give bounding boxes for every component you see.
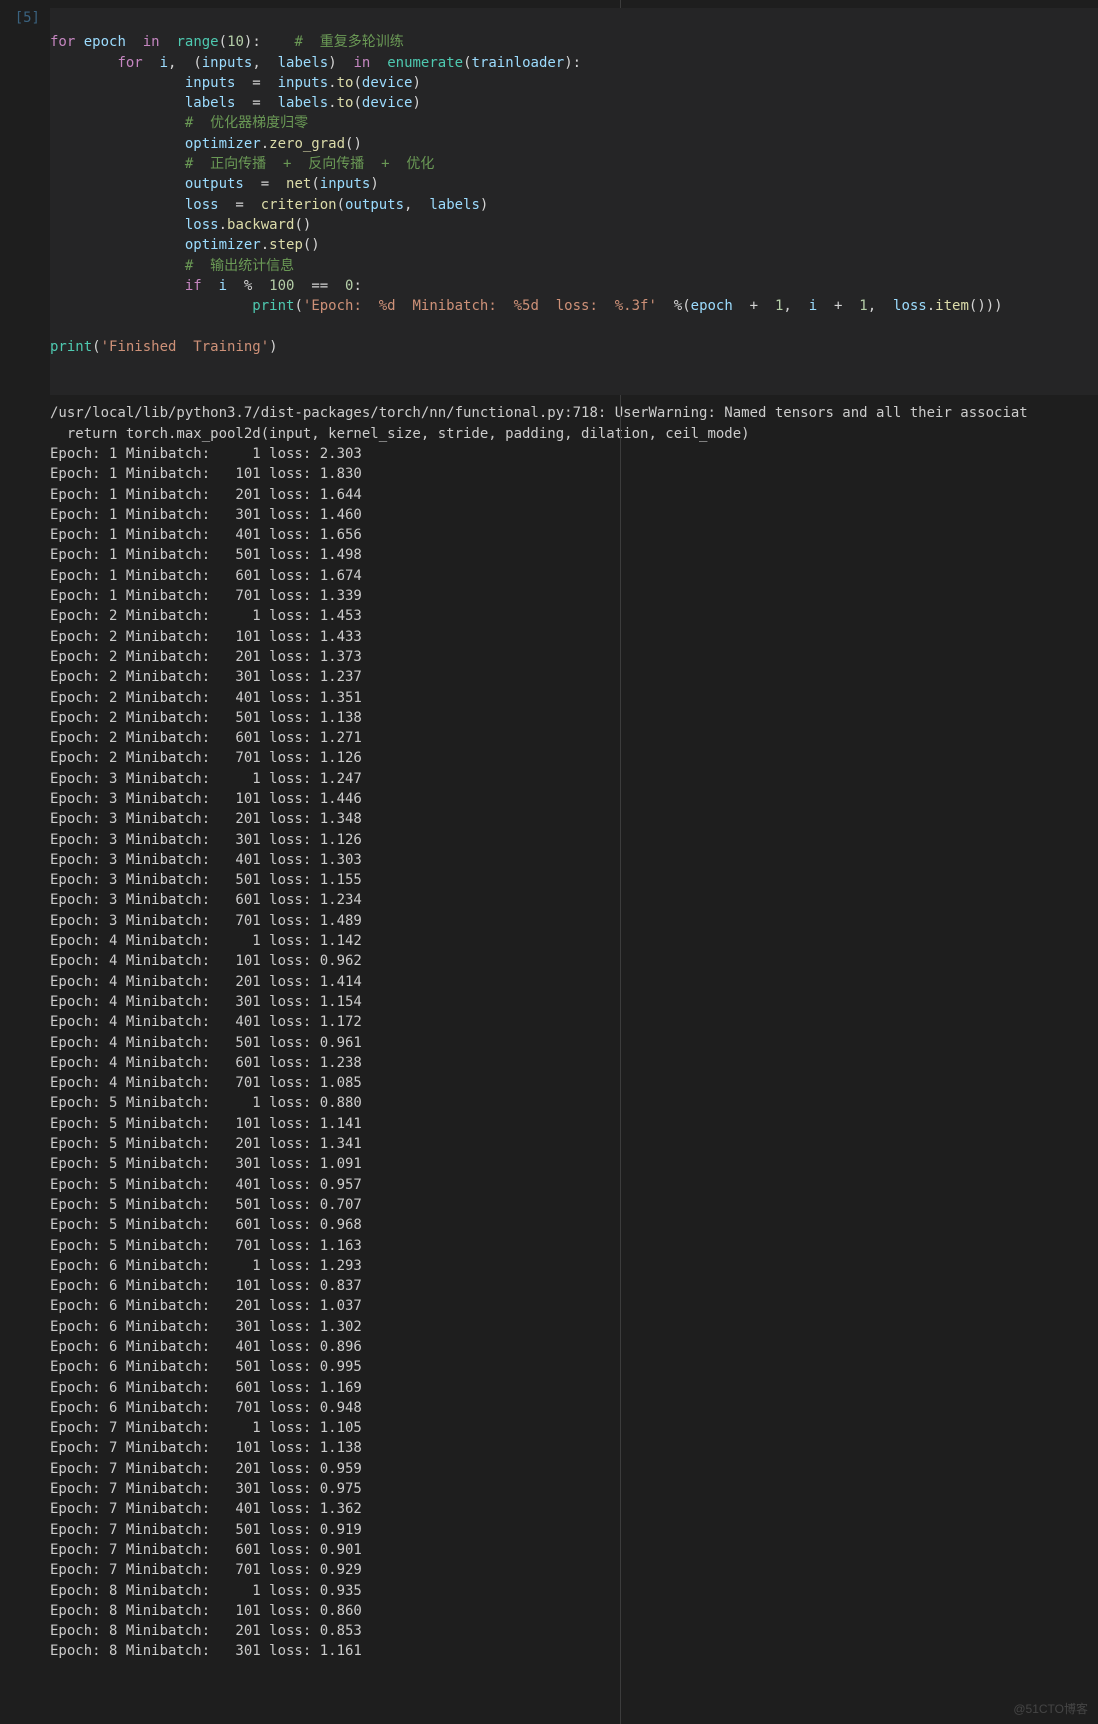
output-line: Epoch: 2 Minibatch: 101 loss: 1.433 xyxy=(50,627,1098,647)
output-line: Epoch: 7 Minibatch: 601 loss: 0.901 xyxy=(50,1540,1098,1560)
output-line: Epoch: 5 Minibatch: 201 loss: 1.341 xyxy=(50,1134,1098,1154)
output-line: Epoch: 1 Minibatch: 401 loss: 1.656 xyxy=(50,525,1098,545)
output-line: Epoch: 2 Minibatch: 301 loss: 1.237 xyxy=(50,667,1098,687)
output-line: Epoch: 7 Minibatch: 701 loss: 0.929 xyxy=(50,1560,1098,1580)
output-line: Epoch: 2 Minibatch: 1 loss: 1.453 xyxy=(50,606,1098,626)
code-line: loss.backward() xyxy=(50,217,311,233)
output-warning: return torch.max_pool2d(input, kernel_si… xyxy=(50,424,1098,444)
code-input-area[interactable]: for epoch in range(10): # 重复多轮训练 for i, … xyxy=(50,8,1098,395)
output-line: Epoch: 7 Minibatch: 501 loss: 0.919 xyxy=(50,1520,1098,1540)
output-line: Epoch: 5 Minibatch: 301 loss: 1.091 xyxy=(50,1154,1098,1174)
output-line: Epoch: 6 Minibatch: 601 loss: 1.169 xyxy=(50,1378,1098,1398)
code-line: # 正向传播 + 反向传播 + 优化 xyxy=(50,156,434,172)
output-line: Epoch: 7 Minibatch: 1 loss: 1.105 xyxy=(50,1418,1098,1438)
output-line: Epoch: 6 Minibatch: 401 loss: 0.896 xyxy=(50,1337,1098,1357)
code-line: print('Epoch: %d Minibatch: %5d loss: %.… xyxy=(50,298,1003,314)
output-line: Epoch: 1 Minibatch: 701 loss: 1.339 xyxy=(50,586,1098,606)
output-area: /usr/local/lib/python3.7/dist-packages/t… xyxy=(0,395,1098,1669)
output-line: Epoch: 4 Minibatch: 401 loss: 1.172 xyxy=(50,1012,1098,1032)
output-line: Epoch: 7 Minibatch: 101 loss: 1.138 xyxy=(50,1438,1098,1458)
code-line: for epoch in range(10): # 重复多轮训练 xyxy=(50,34,404,50)
output-line: Epoch: 4 Minibatch: 301 loss: 1.154 xyxy=(50,992,1098,1012)
code-line: if i % 100 == 0: xyxy=(50,278,362,294)
cell-prompt: [5] xyxy=(0,8,50,28)
output-line: Epoch: 3 Minibatch: 701 loss: 1.489 xyxy=(50,911,1098,931)
code-line: for i, (inputs, labels) in enumerate(tra… xyxy=(50,55,581,71)
output-line: Epoch: 5 Minibatch: 1 loss: 0.880 xyxy=(50,1093,1098,1113)
output-line: Epoch: 5 Minibatch: 101 loss: 1.141 xyxy=(50,1114,1098,1134)
output-line: Epoch: 5 Minibatch: 501 loss: 0.707 xyxy=(50,1195,1098,1215)
output-line: Epoch: 6 Minibatch: 201 loss: 1.037 xyxy=(50,1296,1098,1316)
output-line: Epoch: 2 Minibatch: 201 loss: 1.373 xyxy=(50,647,1098,667)
output-line: Epoch: 6 Minibatch: 701 loss: 0.948 xyxy=(50,1398,1098,1418)
output-line: Epoch: 2 Minibatch: 601 loss: 1.271 xyxy=(50,728,1098,748)
output-line: Epoch: 3 Minibatch: 301 loss: 1.126 xyxy=(50,830,1098,850)
output-line: Epoch: 4 Minibatch: 1 loss: 1.142 xyxy=(50,931,1098,951)
output-line: Epoch: 2 Minibatch: 501 loss: 1.138 xyxy=(50,708,1098,728)
output-line: Epoch: 3 Minibatch: 501 loss: 1.155 xyxy=(50,870,1098,890)
output-line: Epoch: 6 Minibatch: 501 loss: 0.995 xyxy=(50,1357,1098,1377)
code-line: print('Finished Training') xyxy=(50,339,278,355)
code-line: labels = labels.to(device) xyxy=(50,95,421,111)
output-line: Epoch: 4 Minibatch: 101 loss: 0.962 xyxy=(50,951,1098,971)
code-line: outputs = net(inputs) xyxy=(50,176,379,192)
output-line: Epoch: 1 Minibatch: 501 loss: 1.498 xyxy=(50,545,1098,565)
output-line: Epoch: 3 Minibatch: 101 loss: 1.446 xyxy=(50,789,1098,809)
code-line: loss = criterion(outputs, labels) xyxy=(50,197,488,213)
code-cell[interactable]: [5] for epoch in range(10): # 重复多轮训练 for… xyxy=(0,0,1098,395)
output-line: Epoch: 4 Minibatch: 601 loss: 1.238 xyxy=(50,1053,1098,1073)
code-line: optimizer.step() xyxy=(50,237,320,253)
output-line: Epoch: 1 Minibatch: 601 loss: 1.674 xyxy=(50,566,1098,586)
watermark: @51CTO博客 xyxy=(1013,1701,1088,1718)
output-line: Epoch: 1 Minibatch: 1 loss: 2.303 xyxy=(50,444,1098,464)
output-line: Epoch: 2 Minibatch: 701 loss: 1.126 xyxy=(50,748,1098,768)
code-line: optimizer.zero_grad() xyxy=(50,136,362,152)
output-line: Epoch: 4 Minibatch: 701 loss: 1.085 xyxy=(50,1073,1098,1093)
code-line: # 优化器梯度归零 xyxy=(50,115,308,131)
output-line: Epoch: 3 Minibatch: 201 loss: 1.348 xyxy=(50,809,1098,829)
code-line: inputs = inputs.to(device) xyxy=(50,75,421,91)
output-line: Epoch: 8 Minibatch: 101 loss: 0.860 xyxy=(50,1601,1098,1621)
output-line: Epoch: 1 Minibatch: 101 loss: 1.830 xyxy=(50,464,1098,484)
output-line: Epoch: 3 Minibatch: 1 loss: 1.247 xyxy=(50,769,1098,789)
output-line: Epoch: 4 Minibatch: 501 loss: 0.961 xyxy=(50,1033,1098,1053)
output-line: Epoch: 5 Minibatch: 601 loss: 0.968 xyxy=(50,1215,1098,1235)
output-line: Epoch: 1 Minibatch: 301 loss: 1.460 xyxy=(50,505,1098,525)
output-warning: /usr/local/lib/python3.7/dist-packages/t… xyxy=(50,403,1098,423)
output-line: Epoch: 8 Minibatch: 301 loss: 1.161 xyxy=(50,1641,1098,1661)
code-line: # 输出统计信息 xyxy=(50,258,294,274)
output-line: Epoch: 6 Minibatch: 101 loss: 0.837 xyxy=(50,1276,1098,1296)
output-line: Epoch: 8 Minibatch: 1 loss: 0.935 xyxy=(50,1581,1098,1601)
output-line: Epoch: 8 Minibatch: 201 loss: 0.853 xyxy=(50,1621,1098,1641)
output-line: Epoch: 7 Minibatch: 301 loss: 0.975 xyxy=(50,1479,1098,1499)
output-line: Epoch: 6 Minibatch: 1 loss: 1.293 xyxy=(50,1256,1098,1276)
output-line: Epoch: 5 Minibatch: 401 loss: 0.957 xyxy=(50,1175,1098,1195)
output-line: Epoch: 7 Minibatch: 201 loss: 0.959 xyxy=(50,1459,1098,1479)
output-line: Epoch: 5 Minibatch: 701 loss: 1.163 xyxy=(50,1236,1098,1256)
output-line: Epoch: 4 Minibatch: 201 loss: 1.414 xyxy=(50,972,1098,992)
output-line: Epoch: 6 Minibatch: 301 loss: 1.302 xyxy=(50,1317,1098,1337)
output-line: Epoch: 3 Minibatch: 401 loss: 1.303 xyxy=(50,850,1098,870)
output-line: Epoch: 3 Minibatch: 601 loss: 1.234 xyxy=(50,890,1098,910)
output-line: Epoch: 2 Minibatch: 401 loss: 1.351 xyxy=(50,688,1098,708)
output-line: Epoch: 1 Minibatch: 201 loss: 1.644 xyxy=(50,485,1098,505)
output-line: Epoch: 7 Minibatch: 401 loss: 1.362 xyxy=(50,1499,1098,1519)
